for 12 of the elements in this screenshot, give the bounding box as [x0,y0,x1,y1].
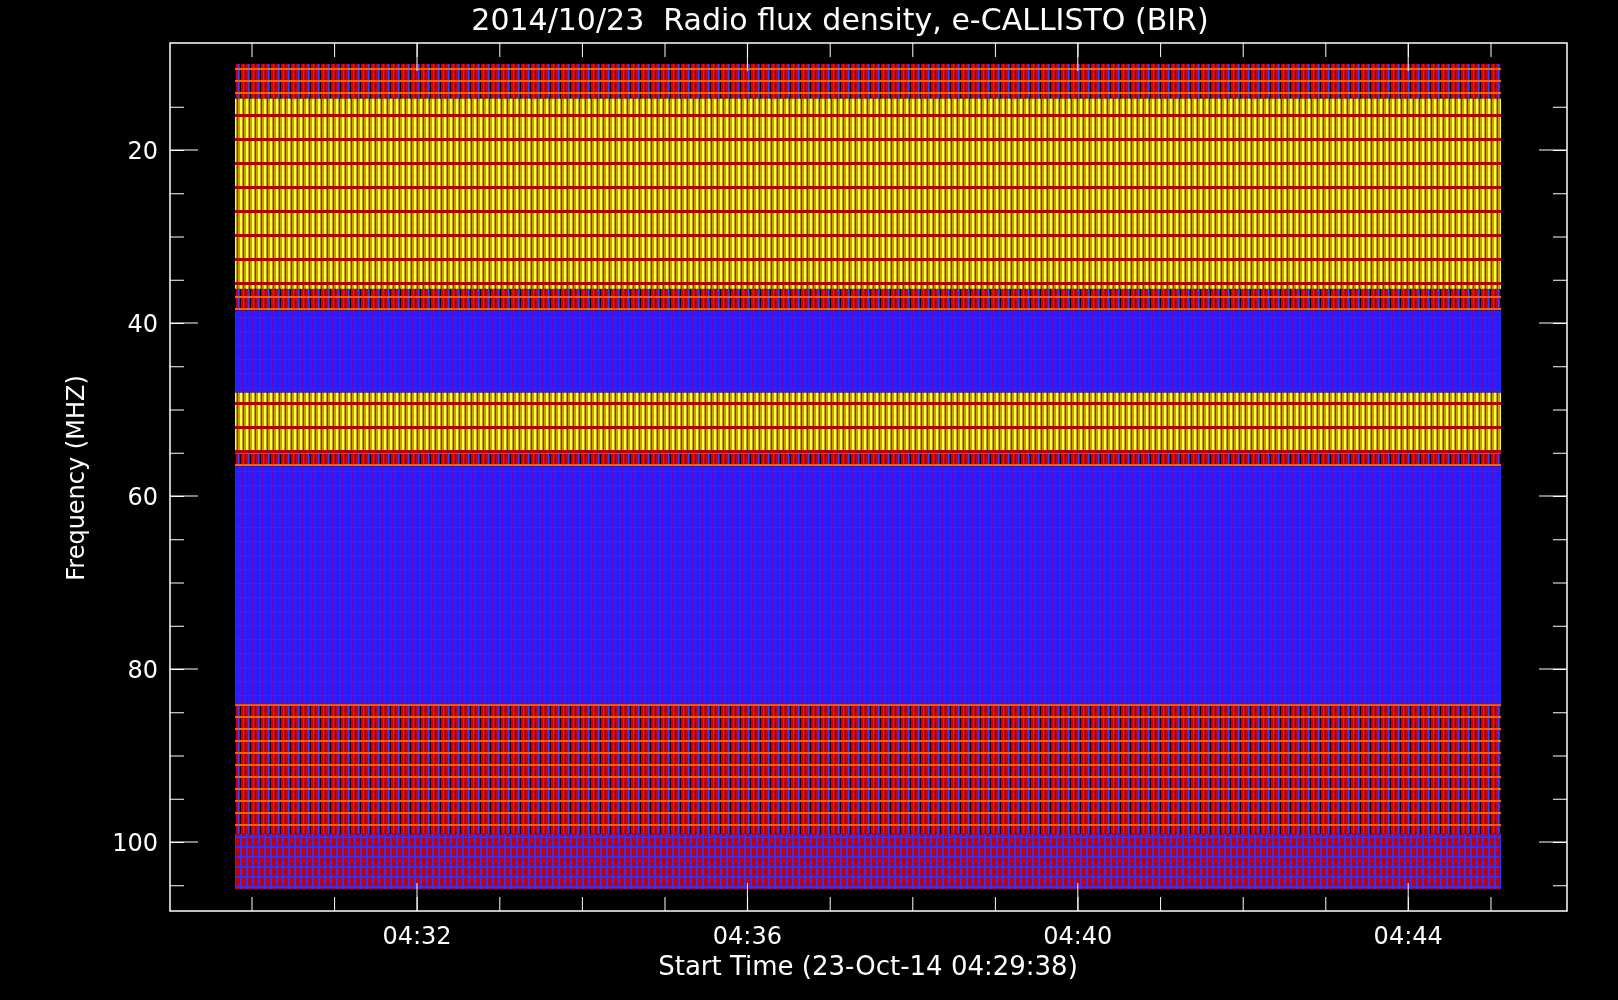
x-tick-label: 04:32 [382,922,452,950]
y-tick-label: 100 [112,829,158,857]
y-tick-label: 80 [127,656,158,684]
y-tick-label: 40 [127,310,158,338]
y-tick-label: 60 [127,483,158,511]
x-tick-label: 04:36 [712,922,782,950]
x-tick-label: 04:44 [1373,922,1443,950]
y-tick-label: 20 [127,137,158,165]
x-tick-label: 04:40 [1043,922,1113,950]
x-axis-label: Start Time (23-Oct-14 04:29:38) [658,951,1078,981]
chart-title: 2014/10/23 Radio flux density, e-CALLISTO (BIR) [471,2,1209,37]
y-axis-label: Frequency (MHZ) [62,375,90,581]
